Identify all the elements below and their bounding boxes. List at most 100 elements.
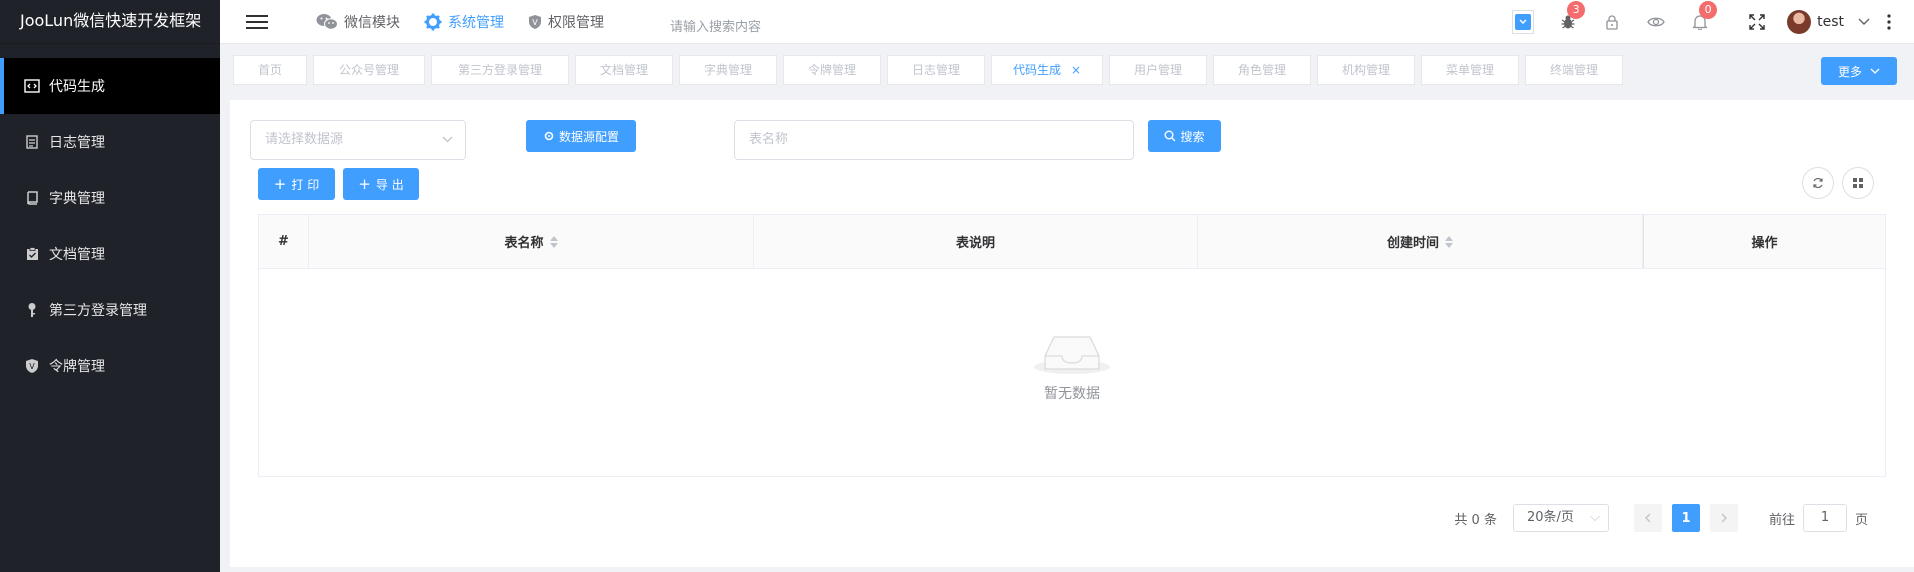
close-icon[interactable]: × <box>1071 63 1081 77</box>
print-button[interactable]: + 打 印 <box>258 168 335 200</box>
sidebar-item-token[interactable]: V 令牌管理 <box>0 338 220 394</box>
chevron-down-icon: ⌵ <box>1590 510 1600 525</box>
tab-token[interactable]: 令牌管理 <box>783 55 881 85</box>
column-header-index: # <box>259 215 309 268</box>
fullscreen-icon <box>1749 14 1765 30</box>
column-header-table-description: 表说明 <box>754 215 1198 268</box>
tab-dictionary[interactable]: 字典管理 <box>679 55 777 85</box>
sidebar-item-dictionary[interactable]: 字典管理 <box>0 170 220 226</box>
doc-check-icon <box>24 246 40 262</box>
notification-button[interactable]: 0 <box>1689 1 1718 33</box>
sidebar-item-label: 文档管理 <box>49 247 105 263</box>
gear-icon <box>424 13 442 30</box>
goto-page-input[interactable]: 1 <box>1802 504 1847 532</box>
column-header-table-name[interactable]: 表名称 <box>309 215 754 268</box>
datasource-config-button[interactable]: 数据源配置 <box>526 120 636 152</box>
chevron-left-icon <box>1644 513 1651 523</box>
prev-page-button[interactable] <box>1633 504 1662 532</box>
hamburger-menu-icon[interactable] <box>246 11 268 33</box>
data-table: # 表名称 表说明 创建时间 操作 暂无数据 <box>258 214 1886 477</box>
global-search-input[interactable]: 请输入搜索内容 <box>670 7 830 37</box>
goto-label: 前往 <box>1768 512 1795 528</box>
search-icon <box>1164 130 1176 142</box>
plus-icon: + <box>358 175 371 193</box>
page-size-select[interactable]: 20条/页 ⌵ <box>1512 504 1609 532</box>
next-page-button[interactable] <box>1709 504 1738 532</box>
sidebar-item-label: 代码生成 <box>49 79 105 95</box>
tab-home[interactable]: 首页 <box>233 55 307 85</box>
more-label: 更多 <box>1837 64 1862 79</box>
tab-official-account[interactable]: 公众号管理 <box>313 55 425 85</box>
topnav-system-management[interactable]: 系统管理 <box>412 0 516 44</box>
page-unit: 页 <box>1854 512 1868 528</box>
tab-menus[interactable]: 菜单管理 <box>1421 55 1519 85</box>
tab-log[interactable]: 日志管理 <box>887 55 985 85</box>
lock-button[interactable] <box>1601 11 1623 33</box>
refresh-button[interactable] <box>1802 167 1834 199</box>
sidebar-item-code-generation[interactable]: 代码生成 <box>0 58 220 114</box>
empty-text: 暂无数据 <box>1044 386 1100 402</box>
fullscreen-button[interactable] <box>1746 11 1768 33</box>
top-right-toolbar: 3 0 test <box>1512 0 1914 44</box>
book-icon <box>24 190 40 206</box>
chevron-down-icon <box>442 121 453 159</box>
bug-button[interactable]: 3 <box>1557 1 1586 33</box>
sidebar-item-log[interactable]: 日志管理 <box>0 114 220 170</box>
username[interactable]: test <box>1817 14 1844 30</box>
sidebar-item-label: 日志管理 <box>49 135 105 151</box>
tab-third-party-login[interactable]: 第三方登录管理 <box>431 55 569 85</box>
datasource-select[interactable]: 请选择数据源 <box>250 120 466 160</box>
search-button[interactable]: 搜索 <box>1148 120 1221 152</box>
table-header: # 表名称 表说明 创建时间 操作 <box>259 215 1885 269</box>
sidebar-item-documents[interactable]: 文档管理 <box>0 226 220 282</box>
tab-roles[interactable]: 角色管理 <box>1213 55 1311 85</box>
tabs-bar: 首页 公众号管理 第三方登录管理 文档管理 字典管理 令牌管理 日志管理 代码生… <box>220 50 1914 90</box>
datasource-config-label: 数据源配置 <box>558 129 619 144</box>
pagination: 共 0 条 20条/页 ⌵ 1 前往 1 页 <box>1454 504 1868 532</box>
total-count: 共 0 条 <box>1454 512 1497 528</box>
main-card: 请选择数据源 数据源配置 表名称 搜索 + 打 印 + 导 出 # 表名称 表说… <box>230 100 1914 567</box>
chevron-down-icon[interactable] <box>1858 18 1870 26</box>
empty-state: 暂无数据 <box>259 323 1885 403</box>
tab-organizations[interactable]: 机构管理 <box>1317 55 1415 85</box>
lock-icon <box>1606 15 1618 30</box>
search-label: 搜索 <box>1180 129 1205 144</box>
sidebar-item-label: 字典管理 <box>49 191 105 207</box>
grid-icon <box>1853 178 1863 188</box>
page-size-value: 20条/页 <box>1526 510 1574 525</box>
page-number-current[interactable]: 1 <box>1671 504 1700 532</box>
chevron-right-icon <box>1721 513 1727 523</box>
wechat-icon <box>316 13 338 30</box>
print-label: 打 印 <box>291 177 320 192</box>
more-vertical-icon[interactable] <box>1886 14 1892 30</box>
sort-icon[interactable] <box>1445 235 1453 248</box>
chevron-down-icon <box>1870 68 1880 74</box>
tab-terminals[interactable]: 终端管理 <box>1525 55 1623 85</box>
preview-button[interactable] <box>1645 11 1667 33</box>
column-header-create-time[interactable]: 创建时间 <box>1198 215 1643 268</box>
avatar[interactable] <box>1787 10 1812 34</box>
settings-icon <box>544 131 554 141</box>
shield-icon: V <box>529 14 541 29</box>
sort-icon[interactable] <box>549 235 558 248</box>
topnav-permission-management[interactable]: V 权限管理 <box>516 0 616 44</box>
tab-documents[interactable]: 文档管理 <box>575 55 673 85</box>
tab-code-generation[interactable]: 代码生成 × <box>991 55 1103 85</box>
column-header-actions: 操作 <box>1643 215 1885 268</box>
sidebar-item-third-party-login[interactable]: 第三方登录管理 <box>0 282 220 338</box>
topnav-wechat-module[interactable]: 微信模块 <box>304 0 412 44</box>
topnav-label: 系统管理 <box>448 14 504 31</box>
log-icon <box>24 134 40 150</box>
more-tabs-button[interactable]: 更多 <box>1821 57 1897 85</box>
app-title: JooLun微信快速开发框架 <box>0 0 220 44</box>
empty-box-icon <box>1034 336 1110 374</box>
column-header-label: 创建时间 <box>1386 236 1439 251</box>
columns-toggle-button[interactable] <box>1842 167 1874 199</box>
svg-text:V: V <box>29 362 35 371</box>
export-button[interactable]: + 导 出 <box>343 168 419 200</box>
svg-text:V: V <box>532 18 538 27</box>
theme-dropdown[interactable] <box>1512 10 1535 34</box>
refresh-icon <box>1813 177 1823 189</box>
table-name-input[interactable]: 表名称 <box>734 120 1134 160</box>
tab-users[interactable]: 用户管理 <box>1109 55 1207 85</box>
